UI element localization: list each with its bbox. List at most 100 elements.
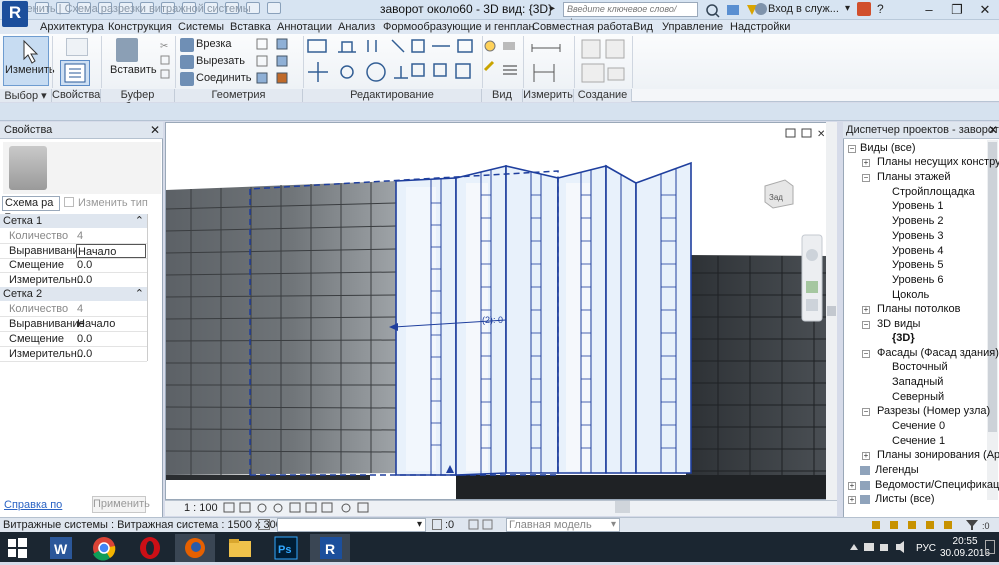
prop-value[interactable]: 0.0 — [76, 332, 146, 346]
expand-icon[interactable]: + — [862, 159, 870, 167]
close-icon[interactable]: ✕ — [988, 123, 998, 137]
tray-icons[interactable] — [848, 540, 912, 554]
viewport-vscroll-thumb[interactable] — [827, 306, 836, 316]
geometry-tool-icons[interactable] — [255, 38, 299, 86]
join-label[interactable]: Соединить — [196, 72, 252, 84]
input-language[interactable]: РУС — [916, 543, 936, 554]
user-icon[interactable] — [755, 3, 767, 15]
autodesk-app-icon[interactable] — [857, 2, 871, 16]
apply-button[interactable]: Применить — [92, 496, 150, 513]
tab-collaborate[interactable]: Совместная работа — [532, 21, 633, 33]
selection-filter-icons[interactable]: :0 — [870, 519, 995, 531]
view-tool-icons[interactable] — [483, 38, 521, 84]
expand-icon[interactable]: + — [862, 452, 870, 460]
active-model-selector[interactable]: Главная модель ▾ — [506, 518, 620, 532]
chrome-icon[interactable] — [84, 534, 124, 562]
restore-button[interactable]: ❐ — [943, 0, 971, 20]
prop-value-input[interactable]: Начало — [76, 244, 146, 258]
tree-node-active[interactable]: {3D} — [892, 332, 915, 344]
design-options-icons[interactable] — [468, 519, 502, 530]
edit-type-button[interactable]: Изменить тип — [78, 197, 148, 209]
join-icon[interactable] — [180, 72, 194, 86]
firefox-icon[interactable] — [175, 534, 215, 562]
signin-dropdown-icon[interactable]: ▾ — [845, 3, 850, 14]
tree-node[interactable]: Виды (все) — [860, 142, 916, 154]
clipboard-small-icons[interactable]: ✂ — [160, 40, 170, 80]
tree-node[interactable]: Ведомости/Спецификаці — [875, 479, 999, 491]
search-input[interactable]: Введите ключевое слово/фразу — [563, 2, 698, 27]
tab-structure[interactable]: Конструкция — [108, 21, 172, 33]
windows-start-icon[interactable] — [8, 538, 28, 558]
cut-label[interactable]: Вырезать — [196, 55, 245, 67]
infocenter-icons[interactable] — [705, 2, 761, 18]
tab-addins[interactable]: Надстройки — [730, 21, 790, 33]
panel-select[interactable]: Выбор ▾ — [0, 89, 52, 102]
tab-annotate[interactable]: Аннотации — [277, 21, 332, 33]
close-window-button[interactable]: ✕ — [971, 0, 999, 20]
tree-node[interactable]: Разрезы (Номер узла) — [877, 405, 990, 417]
tree-node[interactable]: Восточный — [892, 361, 948, 373]
tree-node[interactable]: Уровень 3 — [892, 230, 944, 242]
tree-node[interactable]: Стройплощадка — [892, 186, 975, 198]
tree-node[interactable]: Планы этажей — [877, 171, 951, 183]
cope-icon[interactable] — [180, 38, 194, 52]
close-icon[interactable]: ✕ — [150, 123, 160, 137]
curtain-wall-model[interactable]: (2): 0 Зад ✕ — [166, 123, 836, 499]
tree-node[interactable]: Фасады (Фасад здания) — [877, 347, 999, 359]
view-control-icons[interactable] — [222, 502, 382, 514]
worksets-icon[interactable] — [258, 519, 270, 530]
collapse-icon[interactable]: ⌃ — [135, 287, 144, 301]
photoshop-icon[interactable]: Ps — [265, 534, 305, 562]
prop-value[interactable]: 0.0 — [76, 273, 146, 287]
tree-node[interactable]: Северный — [892, 391, 944, 403]
close-hidden-icon[interactable] — [266, 2, 281, 14]
collapse-icon[interactable]: − — [862, 321, 870, 329]
expand-icon[interactable]: + — [848, 496, 856, 504]
view-scale[interactable]: 1 : 100 — [184, 502, 218, 514]
tree-node[interactable]: Уровень 4 — [892, 245, 944, 257]
tree-node[interactable]: Западный — [892, 376, 943, 388]
viewport-hscroll-thumb[interactable] — [615, 501, 630, 513]
tree-node[interactable]: 3D виды — [877, 318, 920, 330]
group-grid2[interactable]: Сетка 2 ⌃ — [0, 287, 147, 301]
tab-view[interactable]: Вид — [633, 21, 653, 33]
help-icon[interactable]: ? — [877, 2, 884, 16]
opera-icon[interactable] — [130, 534, 170, 562]
tree-node[interactable]: Уровень 5 — [892, 259, 944, 271]
tree-node[interactable]: Планы зонирования (Ар — [877, 449, 999, 461]
tree-node[interactable]: Легенды — [875, 464, 919, 476]
modify-button[interactable] — [3, 36, 49, 86]
collapse-icon[interactable]: − — [848, 145, 856, 153]
browser-scroll-thumb[interactable] — [988, 142, 997, 432]
cope-label[interactable]: Врезка — [196, 38, 232, 50]
system-clock[interactable]: 20:55 30.09.2016 — [940, 536, 990, 560]
tree-node[interactable]: Планы потолков — [877, 303, 960, 315]
collapse-icon[interactable]: ⌃ — [135, 214, 144, 228]
tab-insert[interactable]: Вставка — [230, 21, 271, 33]
tab-analyze[interactable]: Анализ — [338, 21, 375, 33]
collapse-icon[interactable]: − — [862, 408, 870, 416]
collapse-icon[interactable]: − — [862, 350, 870, 358]
tree-node[interactable]: Планы несущих констру — [877, 156, 999, 168]
tree-node[interactable]: Сечение 0 — [892, 420, 945, 432]
tab-massing[interactable]: Формообразующие и генплан — [383, 21, 535, 33]
tab-architecture[interactable]: Архитектура — [40, 21, 104, 33]
tree-node[interactable]: Цоколь — [892, 289, 929, 301]
properties-help-link[interactable]: Справка по — [4, 499, 62, 511]
tab-manage[interactable]: Управление — [662, 21, 723, 33]
collapse-icon[interactable]: − — [862, 174, 870, 182]
tree-node[interactable]: Уровень 6 — [892, 274, 944, 286]
3d-viewport[interactable]: (2): 0 Зад ✕ — [165, 122, 837, 500]
signin-button[interactable]: Вход в служ... — [768, 3, 839, 15]
editing-requests-icon[interactable] — [432, 519, 442, 530]
notifications-icon[interactable] — [985, 540, 995, 554]
modify-tool-icons[interactable] — [306, 36, 480, 88]
revit-logo-icon[interactable]: R — [2, 1, 28, 27]
tree-node[interactable]: Уровень 1 — [892, 200, 944, 212]
workset-selector[interactable]: ▾ — [277, 518, 426, 532]
expand-icon[interactable]: + — [862, 306, 870, 314]
properties-icon[interactable] — [60, 60, 90, 86]
prop-value[interactable]: Начало — [76, 317, 146, 331]
tree-node[interactable]: Сечение 1 — [892, 435, 945, 447]
tree-node[interactable]: Уровень 2 — [892, 215, 944, 227]
